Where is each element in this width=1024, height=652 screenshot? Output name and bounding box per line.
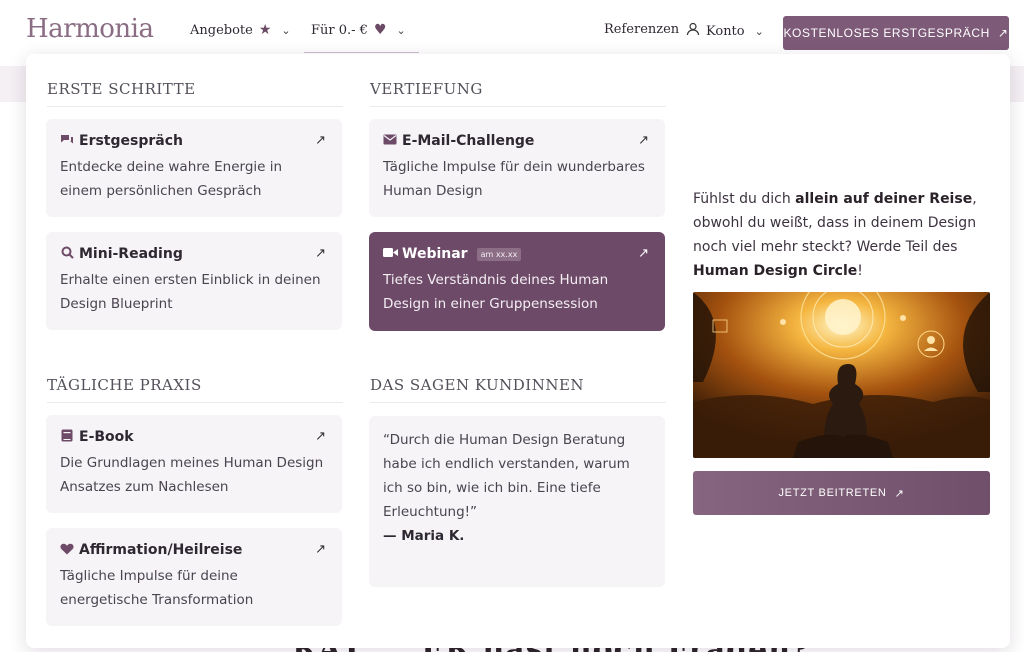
nav-references[interactable]: Referenzen: [604, 22, 679, 37]
nav-offers-label: Angebote: [190, 22, 253, 38]
testimonial-author: — Maria K.: [383, 528, 465, 544]
menu-item-mini-reading[interactable]: Mini-Reading ↗ Erhalte einen ersten Einb…: [46, 232, 342, 330]
section-title-deepening: VERTIEFUNG: [370, 80, 666, 107]
heart-icon: [60, 543, 74, 558]
arrow-up-right-icon: ↗: [638, 133, 649, 148]
promo-text-part: Fühlst du dich: [693, 191, 796, 207]
envelope-icon: [383, 134, 397, 148]
menu-item-desc: Die Grundlagen meines Human Design Ansat…: [60, 455, 324, 495]
promo-text-bold: Human Design Circle: [693, 263, 858, 279]
search-icon: [60, 246, 74, 262]
nav-references-label: Referenzen: [604, 22, 680, 37]
menu-item-title: Affirmation/Heilreise: [79, 542, 243, 558]
menu-item-email-challenge[interactable]: E-Mail-Challenge ↗ Tägliche Impulse für …: [369, 119, 665, 217]
join-circle-button[interactable]: JETZT BEITRETEN ↗: [693, 471, 990, 515]
arrow-up-right-icon: ↗: [894, 487, 905, 500]
menu-item-desc: Erhalte einen ersten Einblick in deinen …: [60, 272, 321, 312]
nav-active-underline: [304, 52, 419, 53]
testimonial-card: “Durch die Human Design Beratung habe ic…: [369, 416, 665, 587]
heart-icon: ♥: [373, 22, 387, 38]
promo-text-bold: allein auf deiner Reise: [795, 191, 973, 207]
section-title-first-steps: ERSTE SCHRITTE: [47, 80, 343, 107]
arrow-up-right-icon: ↗: [315, 542, 326, 557]
free-consultation-button[interactable]: KOSTENLOSES ERSTGESPRÄCH ↗: [783, 16, 1009, 50]
menu-item-desc: Tiefes Verständnis deines Human Design i…: [383, 272, 609, 312]
menu-item-title: E-Book: [79, 429, 134, 445]
circle-promo-image: [693, 292, 990, 458]
nav-free[interactable]: Für 0.- € ♥ ⌄: [311, 22, 406, 38]
star-icon: ★: [258, 22, 272, 38]
menu-item-title: E-Mail-Challenge: [402, 133, 535, 149]
chat-icon: [60, 134, 74, 149]
arrow-up-right-icon: ↗: [997, 26, 1009, 40]
promo-text-part: !: [857, 263, 863, 279]
nav-account-label: Konto: [706, 23, 745, 39]
nav-account[interactable]: Konto ⌄: [686, 22, 764, 40]
arrow-up-right-icon: ↗: [315, 133, 326, 148]
menu-item-affirmation[interactable]: Affirmation/Heilreise ↗ Tägliche Impulse…: [46, 528, 342, 626]
free-consultation-label: KOSTENLOSES ERSTGESPRÄCH: [783, 26, 990, 40]
chevron-down-icon: ⌄: [754, 24, 764, 38]
section-title-testimonials: DAS SAGEN KUNDINNEN: [370, 376, 666, 403]
menu-item-title: Mini-Reading: [79, 246, 183, 262]
menu-item-title: Erstgespräch: [79, 133, 183, 149]
video-icon: [383, 247, 398, 261]
chevron-down-icon: ⌄: [281, 23, 291, 37]
menu-item-title: Webinar: [402, 246, 468, 262]
menu-item-webinar[interactable]: Webinar am xx.xx ↗ Tiefes Verständnis de…: [369, 232, 665, 331]
book-icon: [60, 429, 74, 445]
arrow-up-right-icon: ↗: [315, 246, 326, 261]
user-icon: [686, 22, 700, 40]
menu-item-desc: Tägliche Impulse für deine energetische …: [60, 568, 254, 608]
menu-item-desc: Entdecke deine wahre Energie in einem pe…: [60, 159, 283, 199]
testimonial-quote: “Durch die Human Design Beratung habe ic…: [383, 432, 630, 520]
join-circle-label: JETZT BEITRETEN: [778, 487, 887, 499]
nav-offers[interactable]: Angebote ★ ⌄: [190, 22, 291, 38]
logo[interactable]: Harmonia: [26, 14, 154, 44]
section-title-daily-practice: TÄGLICHE PRAXIS: [47, 376, 343, 403]
arrow-up-right-icon: ↗: [315, 429, 326, 444]
menu-item-first-consultation[interactable]: Erstgespräch ↗ Entdecke deine wahre Ener…: [46, 119, 342, 217]
nav-free-label: Für 0.- €: [311, 22, 368, 38]
menu-item-desc: Tägliche Impulse für dein wunderbares Hu…: [383, 159, 645, 199]
menu-item-ebook[interactable]: E-Book ↗ Die Grundlagen meines Human Des…: [46, 415, 342, 513]
arrow-up-right-icon: ↗: [638, 246, 649, 261]
mega-menu: ERSTE SCHRITTE VERTIEFUNG TÄGLICHE PRAXI…: [26, 54, 1010, 648]
chevron-down-icon: ⌄: [396, 23, 406, 37]
date-badge: am xx.xx: [476, 247, 522, 261]
circle-promo-text: Fühlst du dich allein auf deiner Reise, …: [693, 187, 993, 283]
